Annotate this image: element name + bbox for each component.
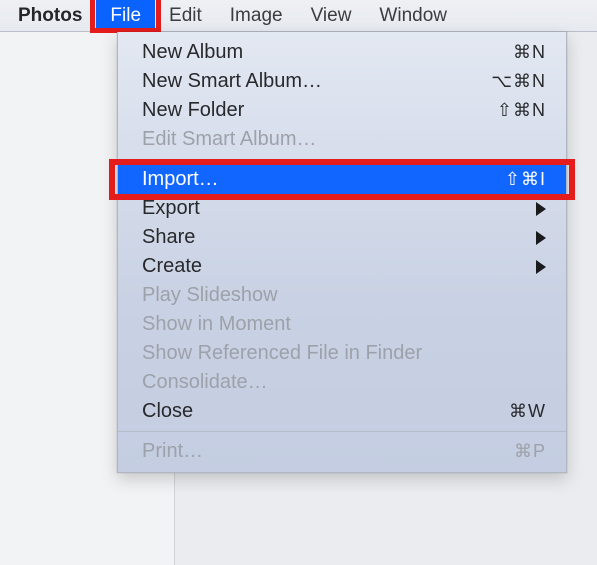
menu-divider <box>118 431 566 432</box>
menu-item-label: Create <box>142 255 528 278</box>
menu-item-new-album[interactable]: New Album ⌘N <box>118 38 566 67</box>
menu-view[interactable]: View <box>297 0 366 31</box>
menu-window[interactable]: Window <box>365 0 461 31</box>
menu-item-shortcut: ⌘P <box>514 441 546 462</box>
menu-item-label: Share <box>142 226 528 249</box>
menu-item-shortcut: ⇧⌘I <box>505 169 546 190</box>
menu-item-edit-smart-album: Edit Smart Album… <box>118 125 566 154</box>
menu-item-label: Edit Smart Album… <box>142 128 546 151</box>
menu-item-label: New Album <box>142 41 513 64</box>
menu-item-label: New Smart Album… <box>142 70 491 93</box>
menu-item-consolidate: Consolidate… <box>118 368 566 397</box>
menu-item-shortcut: ⌘N <box>513 42 546 63</box>
menu-divider <box>118 159 566 160</box>
menu-edit[interactable]: Edit <box>155 0 216 31</box>
menu-item-import[interactable]: Import… ⇧⌘I <box>118 165 566 194</box>
menu-item-shortcut: ⇧⌘N <box>497 100 546 121</box>
menu-item-play-slideshow: Play Slideshow <box>118 281 566 310</box>
menubar: Photos File Edit Image View Window <box>0 0 597 32</box>
menu-item-label: Show Referenced File in Finder <box>142 342 546 365</box>
menu-item-create[interactable]: Create <box>118 252 566 281</box>
menu-item-label: Import… <box>142 168 505 191</box>
menu-item-export[interactable]: Export <box>118 194 566 223</box>
menu-item-print: Print… ⌘P <box>118 437 566 466</box>
menu-item-share[interactable]: Share <box>118 223 566 252</box>
submenu-arrow-icon <box>536 202 546 216</box>
menu-item-new-smart-album[interactable]: New Smart Album… ⌥⌘N <box>118 67 566 96</box>
menu-image[interactable]: Image <box>216 0 297 31</box>
menu-item-label: Close <box>142 400 509 423</box>
app-name[interactable]: Photos <box>4 0 96 31</box>
menu-item-label: Play Slideshow <box>142 284 546 307</box>
file-menu-dropdown: New Album ⌘N New Smart Album… ⌥⌘N New Fo… <box>117 32 567 473</box>
menu-item-close[interactable]: Close ⌘W <box>118 397 566 426</box>
menu-item-show-referenced-file: Show Referenced File in Finder <box>118 339 566 368</box>
submenu-arrow-icon <box>536 231 546 245</box>
menu-item-label: Print… <box>142 440 514 463</box>
menu-file[interactable]: File <box>96 0 155 31</box>
menu-item-show-in-moment: Show in Moment <box>118 310 566 339</box>
menu-item-label: Show in Moment <box>142 313 546 336</box>
menu-item-shortcut: ⌘W <box>509 401 546 422</box>
menu-item-new-folder[interactable]: New Folder ⇧⌘N <box>118 96 566 125</box>
menu-item-shortcut: ⌥⌘N <box>491 71 546 92</box>
submenu-arrow-icon <box>536 260 546 274</box>
menu-item-label: Consolidate… <box>142 371 546 394</box>
menu-item-label: Export <box>142 197 528 220</box>
menu-item-label: New Folder <box>142 99 497 122</box>
